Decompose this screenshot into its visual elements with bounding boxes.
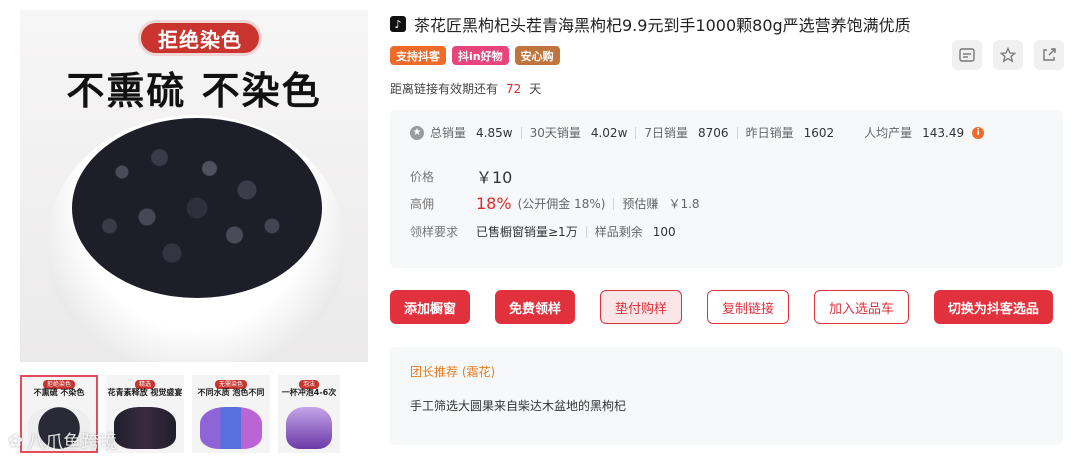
thumbnail-text: 一杯冲泡4-6次: [281, 388, 337, 397]
copy-link-button[interactable]: 复制链接: [706, 290, 789, 324]
title-row: ♪ 茶花匠黑枸杞头茬青海黑枸杞9.9元到手1000颗80g严选营养饱满优质: [390, 12, 911, 36]
watermark: ✿ 八爪鱼跨境: [8, 428, 117, 454]
thumbnail-text: 花青素释放 视觉盛宴: [107, 388, 183, 397]
product-main-image: 拒绝染色 不熏硫 不染色: [20, 10, 368, 362]
thumbnail-graphic: [286, 407, 332, 449]
estimated-value: ￥1.8: [668, 197, 700, 211]
price-label: 价格: [410, 169, 435, 184]
per-capita-label: 人均产量: [864, 126, 913, 140]
tag-list: 支持抖客 抖in好物 安心购: [390, 46, 560, 65]
prepaid-sample-button[interactable]: 垫付购样: [599, 290, 682, 324]
image-badge: 拒绝染色: [138, 20, 262, 56]
info-icon[interactable]: i: [972, 126, 985, 139]
recommend-title: 团长推荐 (霜花): [410, 365, 496, 379]
link-validity: 距离链接有效期还有 72 天: [390, 80, 541, 97]
recommend-panel: 团长推荐 (霜花) 手工筛选大圆果来自柴达木盆地的黑枸杞: [390, 347, 1063, 445]
add-showcase-button[interactable]: 添加橱窗: [390, 290, 471, 324]
per-capita-value: 143.49: [922, 125, 965, 140]
commission-rate: 18%: [476, 194, 512, 213]
price-row: 价格 ￥10: [410, 164, 512, 188]
octopus-icon: ✿: [8, 430, 24, 452]
commission-label: 高佣: [410, 197, 435, 211]
sales-icon: ★: [410, 125, 424, 140]
sample-left-value: 100: [652, 224, 676, 239]
thumbnail-text: 不熏硫 不染色: [33, 388, 85, 397]
image-headline: 不熏硫 不染色: [66, 69, 322, 113]
tiktok-icon: ♪: [390, 16, 406, 32]
validity-prefix: 距离链接有效期还有: [390, 82, 499, 96]
thumbnail-4[interactable]: 泡法 一杯冲泡4-6次: [278, 375, 340, 453]
sample-left-label: 样品剩余: [594, 225, 643, 239]
switch-douke-button[interactable]: 切换为抖客选品: [933, 290, 1053, 324]
validity-days: 72: [506, 82, 522, 96]
thumbnail-text: 不同水质 泡色不同: [197, 388, 265, 397]
tag-support-douke: 支持抖客: [390, 46, 446, 65]
sales-row: ★ 总销量 4.85w 30天销量 4.02w 7日销量 8706 昨日销量 1…: [410, 124, 985, 141]
product-title: 茶花匠黑枸杞头茬青海黑枸杞9.9元到手1000颗80g严选营养饱满优质: [414, 16, 911, 35]
berries-illustration: [72, 118, 322, 298]
sample-req-value: 已售橱窗销量≥1万: [476, 225, 578, 239]
watermark-text: 八爪鱼跨境: [27, 432, 118, 453]
thumbnail-graphic: [200, 407, 262, 449]
top-icon-group: [952, 40, 1064, 70]
tag-douin-good: 抖in好物: [452, 46, 509, 65]
sales-30d-label: 30天销量: [529, 126, 581, 140]
share-icon[interactable]: [1034, 40, 1064, 70]
free-sample-button[interactable]: 免费领样: [494, 290, 575, 324]
sample-row: 领样要求 已售橱窗销量≥1万 样品剩余 100: [410, 223, 676, 240]
validity-suffix: 天: [529, 82, 542, 96]
stats-panel: ★ 总销量 4.85w 30天销量 4.02w 7日销量 8706 昨日销量 1…: [390, 110, 1063, 268]
tag-anxin-buy: 安心购: [514, 46, 560, 65]
thumbnail-2[interactable]: 精选 花青素释放 视觉盛宴: [106, 375, 184, 453]
sales-7d-value: 8706: [698, 125, 729, 140]
sales-30d-value: 4.02w: [590, 125, 628, 140]
commission-row: 高佣 18% (公开佣金 18%) 预估赚 ￥1.8: [410, 194, 700, 213]
public-commission: (公开佣金 18%): [517, 197, 606, 211]
sales-yesterday-value: 1602: [803, 125, 835, 140]
estimated-label: 预估赚: [622, 197, 659, 211]
thumbnail-graphic: [114, 407, 176, 449]
star-icon[interactable]: [993, 40, 1023, 70]
add-to-cart-button[interactable]: 加入选品车: [813, 290, 909, 324]
sales-7d-label: 7日销量: [644, 126, 689, 140]
total-sales-value: 4.85w: [476, 125, 513, 140]
recommend-text: 手工筛选大圆果来自柴达木盆地的黑枸杞: [410, 399, 627, 413]
action-bar: 添加橱窗 免费领样 垫付购样 复制链接 加入选品车 切换为抖客选品: [390, 290, 1053, 324]
total-sales-label: 总销量: [430, 126, 467, 140]
thumbnail-3[interactable]: 无需染色 不同水质 泡色不同: [192, 375, 270, 453]
sample-req-label: 领样要求: [410, 225, 459, 239]
card-icon[interactable]: [952, 40, 982, 70]
sales-yesterday-label: 昨日销量: [745, 126, 794, 140]
price-value: ￥10: [476, 168, 513, 187]
